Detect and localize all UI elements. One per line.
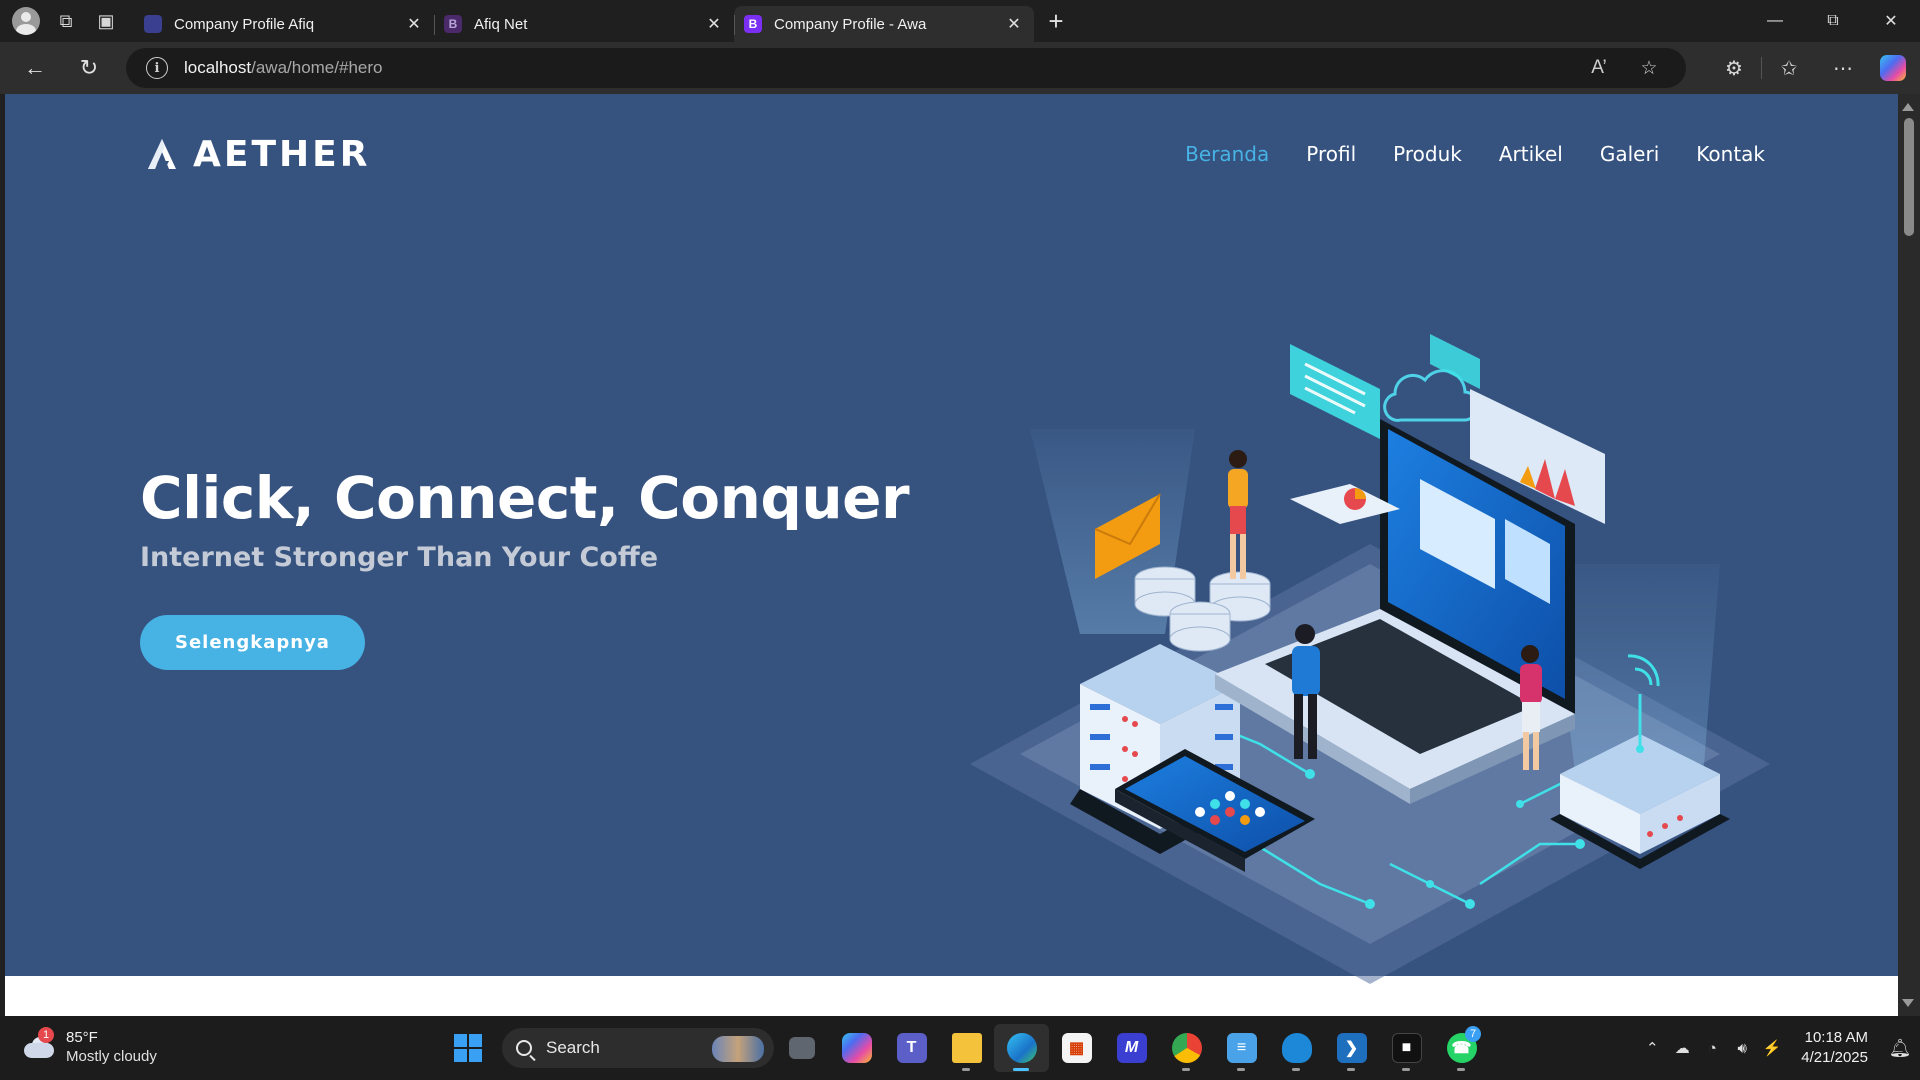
copilot-app-icon[interactable] — [829, 1024, 884, 1072]
workspaces-icon[interactable]: ⧉ — [46, 0, 86, 42]
whatsapp-badge: 7 — [1465, 1026, 1481, 1042]
new-tab-button[interactable]: + — [1034, 0, 1078, 42]
close-tab-icon[interactable]: ✕ — [1004, 14, 1024, 34]
chevron-up-icon[interactable]: ⌃ — [1637, 1039, 1667, 1057]
search-highlight-image — [712, 1036, 764, 1062]
windows-start-icon[interactable] — [444, 1024, 492, 1072]
site-logo[interactable]: AETHER — [145, 134, 370, 175]
site-header: AETHER Beranda Profil Produk Artikel Gal… — [145, 124, 1765, 184]
hero-text: Click, Connect, Conquer Internet Stronge… — [140, 464, 960, 670]
bootstrap-favicon-icon: B — [744, 15, 762, 33]
notifications-bell-icon[interactable]: 🔔︎ — [1880, 1038, 1920, 1059]
url-host: localhost — [184, 58, 252, 77]
browser-titlebar: ⧉ ▣ Company Profile Afiq ✕ B Afiq Net ✕ … — [0, 0, 1920, 42]
url-text[interactable]: localhost/awa/home/#hero — [184, 58, 382, 78]
close-tab-icon[interactable]: ✕ — [404, 14, 424, 34]
clock-date: 4/21/2025 — [1801, 1049, 1868, 1066]
hero-subtitle: Internet Stronger Than Your Coffe — [140, 542, 659, 573]
address-bar[interactable]: i localhost/awa/home/#hero A’ ☆ — [126, 48, 1686, 88]
hero-network-illustration — [970, 334, 1770, 984]
weather-temp: 85°F — [66, 1029, 98, 1046]
microsoft-store-icon[interactable]: ▦ — [1049, 1024, 1104, 1072]
tab-title: Company Profile - Awa — [774, 15, 927, 33]
favorite-star-icon[interactable]: ☆ — [1624, 57, 1674, 80]
close-window-icon[interactable]: ✕ — [1862, 0, 1920, 42]
code-editor-icon[interactable]: M — [1104, 1024, 1159, 1072]
taskbar-apps: Search T ▦ M ≡ ❯ ■ ☎ 7 — [444, 1024, 1489, 1072]
scroll-thumb[interactable] — [1904, 118, 1914, 236]
woman-figure — [1228, 450, 1248, 579]
notepad-icon[interactable]: ≡ — [1214, 1024, 1269, 1072]
browser-tab-2[interactable]: B Afiq Net ✕ — [434, 6, 734, 42]
weather-text: 85°F Mostly cloudy — [66, 1028, 157, 1066]
teams-icon[interactable]: T — [884, 1024, 939, 1072]
minimize-icon[interactable]: — — [1746, 0, 1804, 42]
chrome-icon[interactable] — [1159, 1024, 1214, 1072]
copilot-icon[interactable] — [1880, 55, 1906, 81]
address-bar-actions: A’ ☆ — [1574, 57, 1674, 80]
read-aloud-icon[interactable]: A’ — [1574, 57, 1624, 80]
wifi-icon[interactable]: ◔ — [1697, 1040, 1727, 1057]
hero-section: AETHER Beranda Profil Produk Artikel Gal… — [5, 94, 1898, 984]
browser-toolbar: ← ↻ i localhost/awa/home/#hero A’ ☆ ⚙ ✩ … — [0, 42, 1920, 94]
weather-badge: 1 — [38, 1027, 54, 1043]
window-controls: — ⧉ ✕ — [1746, 0, 1920, 42]
bootstrap-favicon-icon: B — [444, 15, 462, 33]
nav-link-artikel[interactable]: Artikel — [1499, 142, 1563, 166]
scroll-up-arrow-icon[interactable] — [1902, 103, 1914, 111]
volume-icon[interactable]: 🔊︎ — [1727, 1040, 1757, 1057]
windows-taskbar: 1 85°F Mostly cloudy Search T ▦ M ≡ ❯ ■ … — [0, 1016, 1920, 1080]
page-viewport: AETHER Beranda Profil Produk Artikel Gal… — [5, 94, 1898, 1016]
main-nav: Beranda Profil Produk Artikel Galeri Kon… — [1148, 142, 1765, 166]
database-app-icon[interactable] — [1269, 1024, 1324, 1072]
vscode-icon[interactable]: ❯ — [1324, 1024, 1379, 1072]
clock-time: 10:18 AM — [1804, 1029, 1868, 1046]
scroll-down-arrow-icon[interactable] — [1902, 999, 1914, 1007]
brand-name: AETHER — [193, 133, 371, 175]
taskbar-search[interactable]: Search — [502, 1028, 774, 1068]
hero-title: Click, Connect, Conquer — [140, 464, 910, 532]
nav-link-produk[interactable]: Produk — [1393, 142, 1462, 166]
toolbar-right: ⚙ ✩ ⋯ — [1707, 42, 1920, 94]
tab-title: Company Profile Afiq — [174, 15, 315, 33]
url-path: /awa/home/#hero — [251, 58, 383, 77]
search-icon — [516, 1040, 532, 1056]
aether-logo-icon — [148, 139, 176, 169]
battery-icon[interactable]: ⚡ — [1757, 1039, 1787, 1057]
favorites-icon[interactable]: ✩ — [1762, 56, 1816, 81]
tab-actions-icon[interactable]: ▣ — [86, 0, 126, 42]
system-tray: ⌃ ☁ ◔ 🔊︎ ⚡ 10:18 AM 4/21/2025 🔔︎ — [1637, 1016, 1920, 1080]
system-clock[interactable]: 10:18 AM 4/21/2025 — [1801, 1028, 1868, 1068]
refresh-icon[interactable]: ↻ — [62, 42, 116, 94]
site-info-icon[interactable]: i — [146, 57, 168, 79]
profile-avatar-icon[interactable] — [6, 0, 46, 42]
nav-link-profil[interactable]: Profil — [1306, 142, 1356, 166]
tab-strip: Company Profile Afiq ✕ B Afiq Net ✕ B Co… — [134, 0, 1034, 42]
whatsapp-icon[interactable]: ☎ 7 — [1434, 1024, 1489, 1072]
restore-icon[interactable]: ⧉ — [1804, 0, 1862, 42]
edge-browser-icon[interactable] — [994, 1024, 1049, 1072]
onedrive-cloud-icon[interactable]: ☁ — [1667, 1039, 1697, 1057]
file-explorer-icon[interactable] — [939, 1024, 994, 1072]
browser-tab-1[interactable]: Company Profile Afiq ✕ — [134, 6, 434, 42]
nav-link-galeri[interactable]: Galeri — [1600, 142, 1659, 166]
more-options-icon[interactable]: ⋯ — [1816, 56, 1870, 81]
nav-link-beranda[interactable]: Beranda — [1185, 142, 1269, 166]
cloudy-weather-icon: 1 — [22, 1027, 56, 1059]
nav-link-kontak[interactable]: Kontak — [1696, 142, 1765, 166]
back-arrow-icon[interactable]: ← — [8, 42, 62, 94]
weather-condition: Mostly cloudy — [66, 1048, 157, 1065]
browser-tab-3-active[interactable]: B Company Profile - Awa ✕ — [734, 6, 1034, 42]
selengkapnya-button[interactable]: Selengkapnya — [140, 615, 365, 670]
page-scrollbar[interactable] — [1898, 94, 1920, 1016]
search-label: Search — [546, 1038, 600, 1057]
task-view-icon[interactable] — [774, 1024, 829, 1072]
extensions-icon[interactable]: ⚙ — [1707, 56, 1761, 81]
close-tab-icon[interactable]: ✕ — [704, 14, 724, 34]
terminal-app-icon[interactable]: ■ — [1379, 1024, 1434, 1072]
site-favicon-icon — [144, 15, 162, 33]
weather-widget[interactable]: 1 85°F Mostly cloudy — [22, 1027, 157, 1066]
tab-title: Afiq Net — [474, 15, 528, 33]
